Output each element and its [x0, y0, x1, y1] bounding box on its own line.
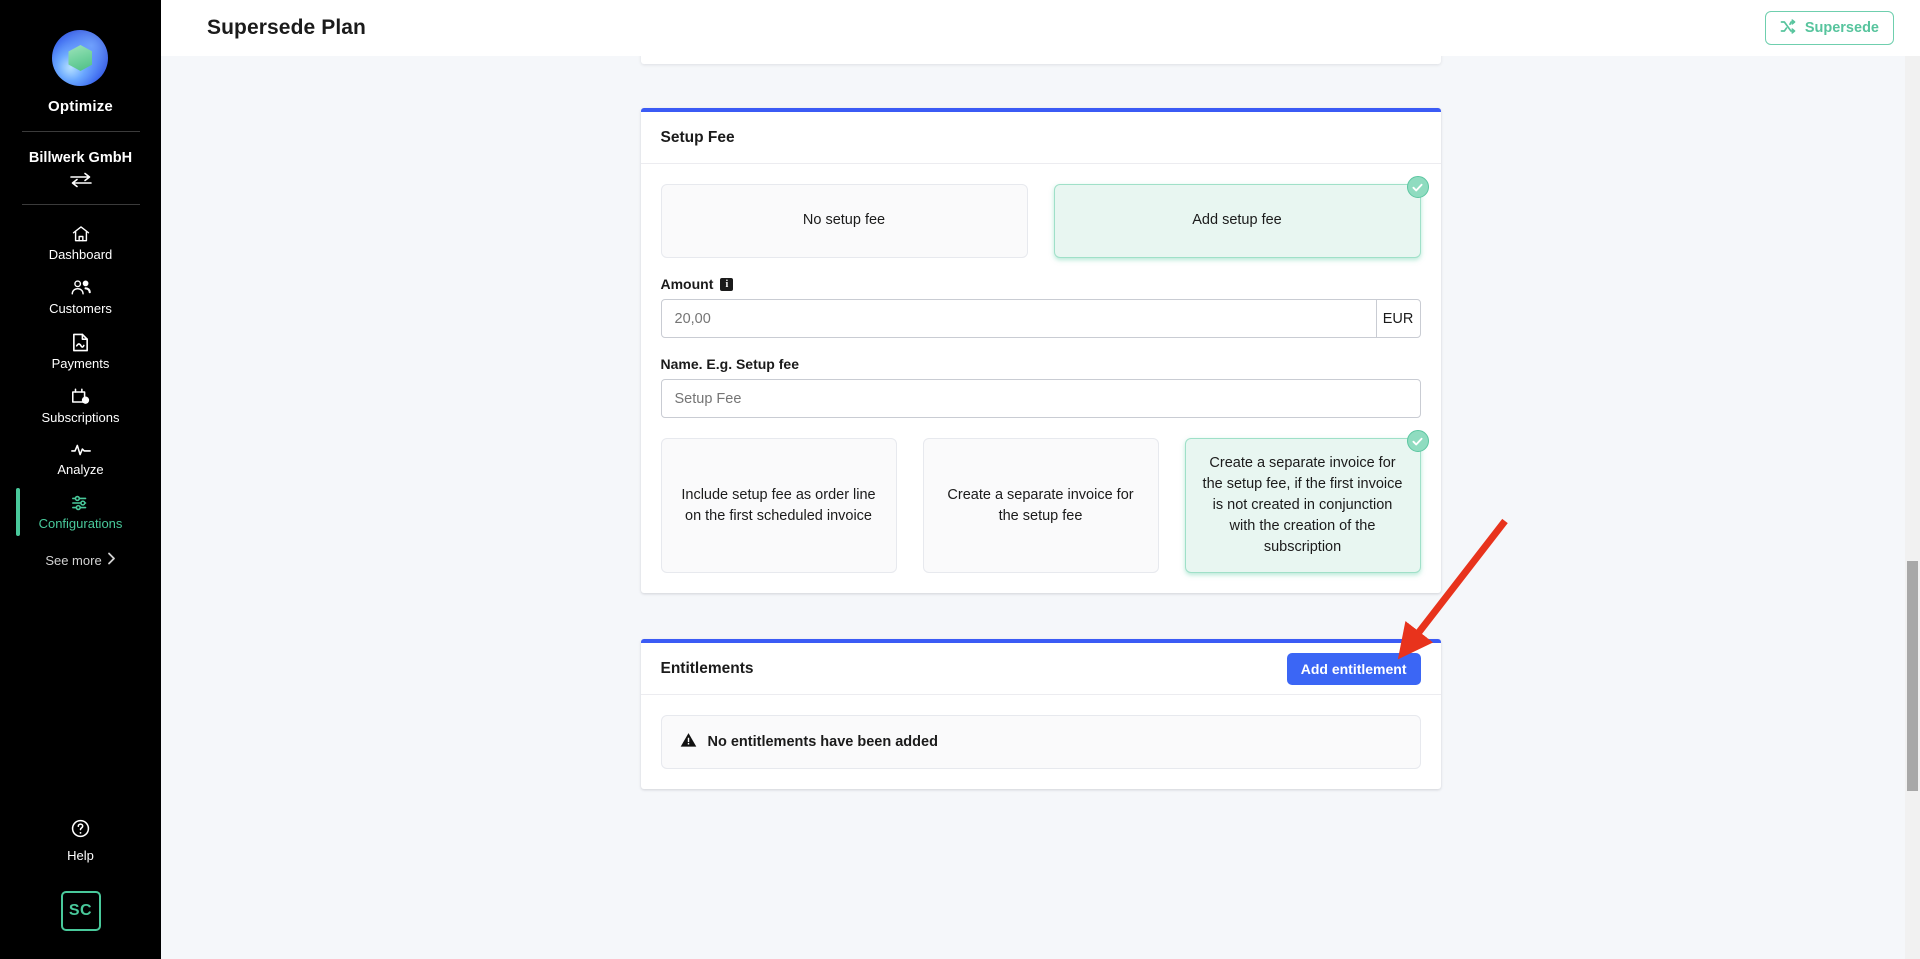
- option-add-setup-fee[interactable]: Add setup fee: [1053, 176, 1429, 258]
- sidebar-divider-top: [21, 131, 140, 132]
- sidebar-item-label: Customers: [49, 301, 112, 316]
- name-input[interactable]: [660, 379, 1421, 418]
- app-root: Optimize Billwerk GmbH Dashboard Custome…: [0, 0, 1920, 959]
- avatar[interactable]: SC: [60, 891, 101, 931]
- check-circle-icon: [1406, 176, 1429, 198]
- amount-input[interactable]: [661, 300, 1376, 337]
- amount-label-row: Amount i: [661, 276, 1421, 292]
- sidebar-item-label: Analyze: [57, 462, 104, 477]
- pulse-icon: [70, 441, 92, 459]
- see-more-button[interactable]: See more: [45, 552, 115, 568]
- setup-fee-title: Setup Fee: [660, 128, 735, 146]
- document-icon: [71, 332, 90, 353]
- info-icon[interactable]: i: [720, 277, 734, 291]
- sliders-icon: [70, 493, 92, 513]
- setup-fee-card: Setup Fee No setup fee Add setup fee Amo…: [640, 108, 1441, 594]
- sidebar-footer: Help SC: [0, 818, 161, 931]
- help-label: Help: [67, 848, 94, 863]
- setup-fee-card-header: Setup Fee: [640, 112, 1441, 164]
- sidebar-item-label: Payments: [51, 356, 110, 371]
- name-label: Name. E.g. Setup fee: [660, 356, 799, 372]
- chevron-right-icon: [107, 552, 116, 568]
- calendar-clock-icon: [70, 387, 91, 407]
- vertical-scrollbar[interactable]: [1905, 56, 1920, 959]
- warning-triangle-icon: [680, 732, 697, 752]
- currency-suffix: EUR: [1375, 300, 1420, 337]
- optimize-logo-icon: [52, 30, 109, 86]
- name-label-row: Name. E.g. Setup fee: [661, 356, 1421, 372]
- sidebar-item-payments[interactable]: Payments: [0, 323, 161, 378]
- invoice-handling-options: Include setup fee as order line on the f…: [660, 430, 1429, 574]
- home-icon: [71, 224, 91, 244]
- sidebar-nav: Dashboard Customers Payments Subscriptio…: [0, 215, 161, 538]
- brand-logo[interactable]: Optimize: [48, 30, 113, 115]
- shuffle-icon: [1780, 18, 1797, 38]
- sidebar-item-label: Configurations: [38, 516, 123, 531]
- sidebar: Optimize Billwerk GmbH Dashboard Custome…: [0, 0, 161, 959]
- see-more-label: See more: [45, 552, 102, 568]
- option-label: Create a separate invoice for the setup …: [1202, 455, 1403, 556]
- scrollbar-thumb[interactable]: [1907, 561, 1918, 791]
- page-title: Supersede Plan: [207, 16, 366, 39]
- check-circle-icon: [1406, 430, 1429, 452]
- option-separate-invoice-conditional[interactable]: Create a separate invoice for the setup …: [1184, 430, 1429, 574]
- amount-input-group: EUR: [660, 299, 1421, 338]
- content-column: Setup Fee No setup fee Add setup fee Amo…: [161, 0, 1920, 849]
- topbar: Supersede Plan Supersede: [161, 0, 1920, 56]
- help-button[interactable]: Help: [67, 818, 94, 863]
- amount-label: Amount: [660, 276, 714, 292]
- sidebar-item-subscriptions[interactable]: Subscriptions: [0, 378, 161, 432]
- sidebar-item-configurations[interactable]: Configurations: [0, 484, 161, 538]
- main-area: Supersede Plan Supersede Setup Fee No se…: [161, 0, 1920, 959]
- sidebar-divider-bottom: [21, 204, 140, 205]
- entitlements-empty-label: No entitlements have been added: [707, 734, 938, 751]
- sidebar-item-analyze[interactable]: Analyze: [0, 432, 161, 484]
- supersede-button-label: Supersede: [1804, 20, 1879, 36]
- brand-name: Optimize: [48, 98, 113, 115]
- supersede-button[interactable]: Supersede: [1764, 11, 1894, 45]
- option-label: Create a separate invoice for the setup …: [947, 486, 1134, 524]
- sidebar-item-label: Dashboard: [48, 247, 113, 262]
- sidebar-item-label: Subscriptions: [41, 410, 120, 425]
- cube-icon: [68, 45, 93, 71]
- option-label: No setup fee: [802, 212, 886, 229]
- option-separate-invoice[interactable]: Create a separate invoice for the setup …: [922, 438, 1159, 574]
- setup-fee-mode-options: No setup fee Add setup fee: [660, 176, 1429, 258]
- entitlements-empty-state: No entitlements have been added: [660, 715, 1421, 770]
- users-icon: [70, 278, 92, 298]
- option-label: Add setup fee: [1192, 212, 1282, 229]
- sidebar-item-dashboard[interactable]: Dashboard: [0, 215, 161, 269]
- sidebar-item-customers[interactable]: Customers: [0, 269, 161, 323]
- add-entitlement-button[interactable]: Add entitlement: [1286, 652, 1421, 685]
- setup-fee-card-body: No setup fee Add setup fee Amount i 20,0…: [641, 164, 1441, 593]
- help-circle-icon: [70, 818, 91, 844]
- entitlements-card: Entitlements Add entitlement No entitlem…: [640, 639, 1441, 790]
- option-label: Include setup fee as order line on the f…: [681, 486, 876, 524]
- swap-horizontal-icon[interactable]: [69, 172, 93, 188]
- entitlements-card-body: No entitlements have been added: [641, 695, 1441, 789]
- option-include-on-first-invoice[interactable]: Include setup fee as order line on the f…: [660, 438, 897, 574]
- entitlements-card-header: Entitlements Add entitlement: [640, 643, 1441, 696]
- entitlements-title: Entitlements: [660, 659, 754, 677]
- org-name: Billwerk GmbH: [28, 150, 133, 166]
- scroll-area[interactable]: Setup Fee No setup fee Add setup fee Amo…: [161, 0, 1920, 959]
- option-no-setup-fee[interactable]: No setup fee: [660, 184, 1028, 258]
